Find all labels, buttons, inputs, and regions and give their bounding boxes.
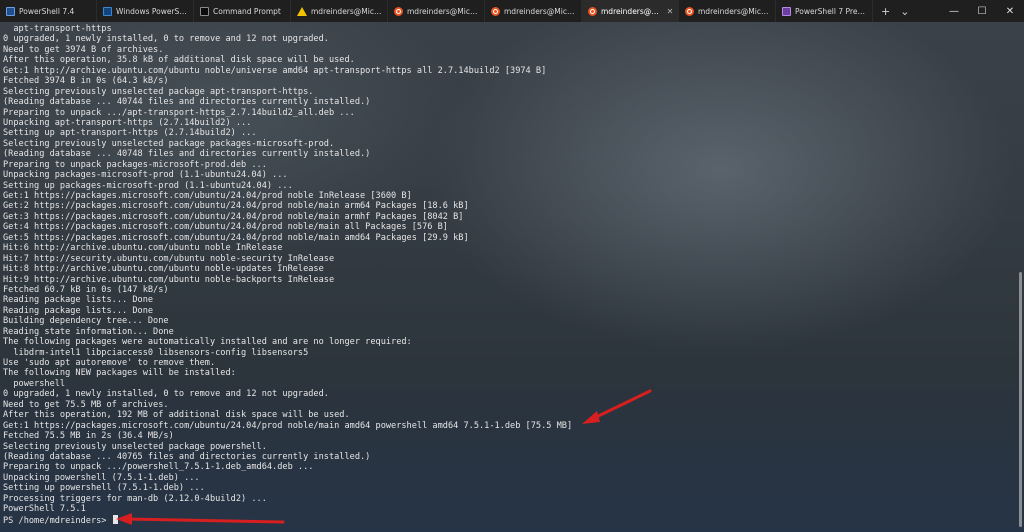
terminal-line: Setting up packages-microsoft-prod (1.1-… — [3, 180, 293, 191]
minimize-button[interactable]: — — [940, 0, 968, 22]
terminal-line: Building dependency tree... Done — [3, 316, 169, 327]
command-prompt-icon — [200, 6, 209, 16]
terminal-line: Get:2 https://packages.microsoft.com/ubu… — [3, 201, 469, 212]
powershell-icon — [6, 6, 15, 16]
terminal-prompt-line[interactable]: PS /home/mdreinders> — [3, 514, 572, 526]
terminal-line: libdrm-intel1 libpciaccess0 libsensors-c… — [3, 347, 309, 358]
terminal-scrollbar[interactable] — [1019, 272, 1022, 527]
terminal-line: Unpacking packages-microsoft-prod (1.1-u… — [3, 170, 288, 181]
tab-ssh-session-1[interactable]: mdreinders@Michae — [291, 0, 388, 22]
terminal-line: Get:1 https://packages.microsoft.com/ubu… — [3, 191, 412, 201]
terminal-line: Reading state information... Done — [3, 326, 174, 337]
terminal-line: Hit:9 http://archive.ubuntu.com/ubuntu n… — [3, 274, 335, 285]
ubuntu-icon — [394, 6, 403, 16]
terminal-output-area[interactable]: apt-transport-https 0 upgraded, 1 newly i… — [0, 22, 1024, 532]
tab-label: Windows PowerShell — [116, 6, 189, 16]
terminal-line: Get:1 https://packages.microsoft.com/ubu… — [3, 420, 573, 431]
terminal-line: Need to get 75.5 MB of archives. — [3, 399, 169, 410]
terminal-line: Preparing to unpack .../apt-transport-ht… — [3, 107, 355, 118]
terminal-line: apt-transport-https — [3, 24, 112, 34]
warning-icon — [297, 6, 307, 16]
terminal-line: Get:5 https://packages.microsoft.com/ubu… — [3, 232, 469, 243]
chevron-down-icon[interactable]: ⌄ — [900, 5, 909, 18]
tab-ubuntu-session-active[interactable]: mdreinders@Michae ✕ — [582, 0, 679, 22]
terminal-line: Preparing to unpack packages-microsoft-p… — [3, 159, 267, 170]
tab-label: PowerShell 7.4 — [19, 6, 75, 16]
terminal-line: PowerShell 7.5.1 — [3, 504, 86, 515]
terminal-line: (Reading database ... 40744 files and di… — [3, 97, 371, 108]
close-tab-icon[interactable]: ✕ — [666, 7, 674, 16]
terminal-line: (Reading database ... 40748 files and di… — [3, 149, 371, 160]
ubuntu-icon — [491, 6, 500, 16]
terminal-line: Preparing to unpack .../powershell_7.5.1… — [3, 462, 314, 473]
maximize-button[interactable]: ☐ — [968, 0, 996, 22]
terminal-line: Fetched 3974 B in 0s (64.3 kB/s) — [3, 76, 169, 87]
terminal-line: Setting up powershell (7.5.1-1.deb) ... — [3, 483, 205, 494]
tab-ubuntu-session-3[interactable]: mdreinders@Michae — [679, 0, 776, 22]
tab-command-prompt[interactable]: Command Prompt — [194, 0, 291, 22]
terminal-lines: apt-transport-https 0 upgraded, 1 newly i… — [3, 24, 573, 526]
close-button[interactable]: ✕ — [996, 0, 1024, 22]
terminal-line: (Reading database ... 40765 files and di… — [3, 451, 371, 462]
terminal-line: Fetched 60.7 kB in 0s (147 kB/s) — [3, 284, 169, 295]
tab-label: mdreinders@Michae — [504, 6, 577, 16]
terminal-line: Unpacking powershell (7.5.1-1.deb) ... — [3, 472, 200, 483]
terminal-line: Hit:6 http://archive.ubuntu.com/ubuntu n… — [3, 243, 283, 254]
terminal-line: The following packages were automaticall… — [3, 337, 412, 348]
tab-label: Command Prompt — [213, 6, 281, 16]
terminal-line: After this operation, 35.8 kB of additio… — [3, 55, 355, 66]
terminal-line: Get:1 http://archive.ubuntu.com/ubuntu n… — [3, 65, 547, 76]
terminal-line: Reading package lists... Done — [3, 305, 154, 316]
terminal-line: Selecting previously unselected package … — [3, 138, 335, 149]
tab-powershell-7-4[interactable]: PowerShell 7.4 — [0, 0, 97, 22]
terminal-line: Processing triggers for man-db (2.12.0-4… — [3, 493, 267, 504]
powershell-preview-icon — [782, 6, 791, 16]
terminal-line: Setting up apt-transport-https (2.7.14bu… — [3, 128, 257, 139]
tab-label: PowerShell 7 Preview — [795, 6, 868, 16]
terminal-line: Selecting previously unselected package … — [3, 86, 314, 97]
tab-label: mdreinders@Michae — [698, 6, 771, 16]
terminal-line: 0 upgraded, 1 newly installed, 0 to remo… — [3, 34, 329, 45]
terminal-line: powershell — [3, 378, 66, 389]
tab-ubuntu-session-1[interactable]: mdreinders@Michae — [388, 0, 485, 22]
text-cursor — [112, 514, 118, 524]
terminal-line: Reading package lists... Done — [3, 295, 154, 306]
terminal-line: After this operation, 192 MB of addition… — [3, 410, 350, 421]
tab-windows-powershell[interactable]: Windows PowerShell — [97, 0, 194, 22]
terminal-line: Hit:7 http://security.ubuntu.com/ubuntu … — [3, 253, 335, 264]
terminal-line: Fetched 75.5 MB in 2s (36.4 MB/s) — [3, 431, 174, 442]
tab-ubuntu-session-2[interactable]: mdreinders@Michae — [485, 0, 582, 22]
terminal-line: Hit:8 http://archive.ubuntu.com/ubuntu n… — [3, 264, 324, 275]
terminal-line: Get:3 https://packages.microsoft.com/ubu… — [3, 211, 464, 222]
tab-label: mdreinders@Michae — [601, 6, 662, 16]
terminal-line: Selecting previously unselected package … — [3, 441, 267, 452]
terminal-line: Unpacking apt-transport-https (2.7.14bui… — [3, 117, 252, 128]
terminal-line: The following NEW packages will be insta… — [3, 368, 236, 379]
tab-label: mdreinders@Michae — [311, 6, 383, 16]
terminal-line: Use 'sudo apt autoremove' to remove them… — [3, 358, 216, 368]
ubuntu-icon — [685, 6, 694, 16]
tab-bar: PowerShell 7.4 Windows PowerShell Comman… — [0, 0, 1024, 22]
windows-powershell-icon — [103, 6, 112, 16]
terminal-prompt: PS /home/mdreinders> — [3, 515, 112, 526]
terminal-line: Need to get 3974 B of archives. — [3, 44, 164, 55]
tab-powershell-7-preview[interactable]: PowerShell 7 Preview — [776, 0, 873, 22]
ubuntu-icon — [588, 6, 597, 16]
tab-label: mdreinders@Michae — [407, 6, 480, 16]
terminal-line: 0 upgraded, 1 newly installed, 0 to remo… — [3, 389, 329, 400]
new-tab-button[interactable]: + — [881, 5, 890, 18]
terminal-line: Get:4 https://packages.microsoft.com/ubu… — [3, 222, 448, 233]
